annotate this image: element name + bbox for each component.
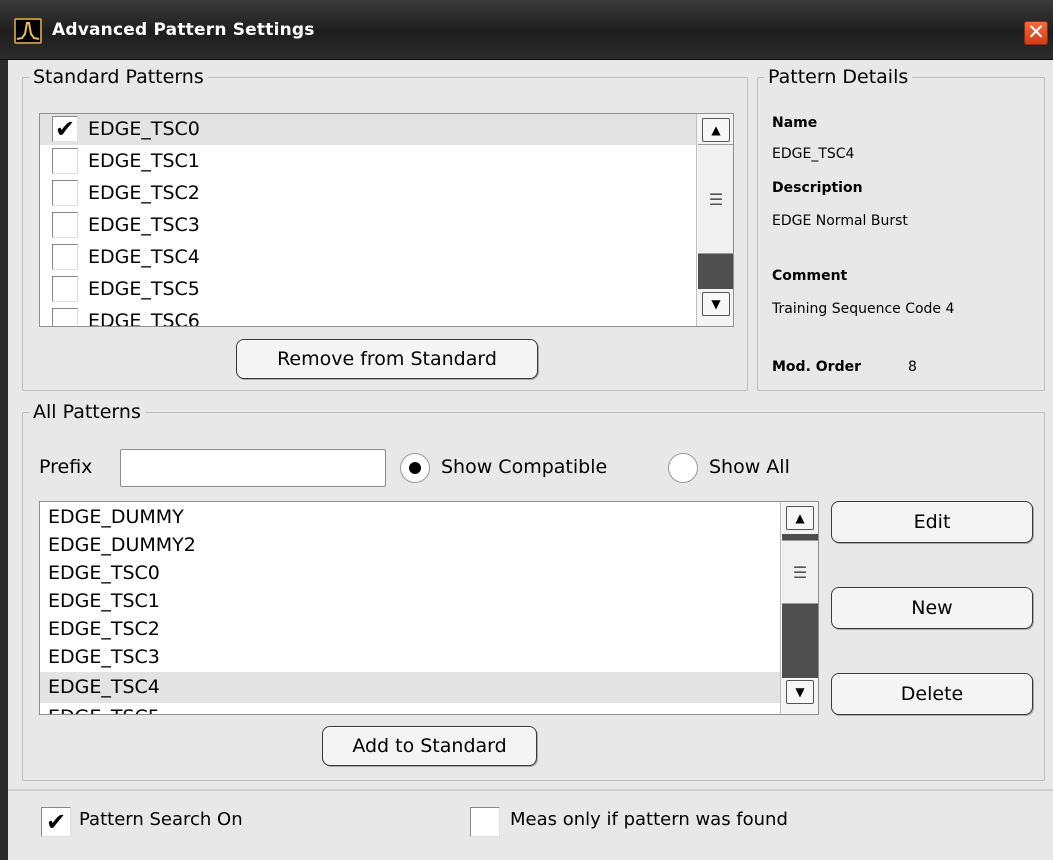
- show-compatible-radio[interactable]: [400, 453, 430, 483]
- show-all-radio[interactable]: [668, 453, 698, 483]
- name-label: Name: [772, 115, 818, 131]
- add-to-standard-button[interactable]: Add to Standard: [322, 726, 537, 766]
- edit-button[interactable]: Edit: [831, 501, 1033, 543]
- section-divider: [8, 789, 1053, 791]
- window-title: Advanced Pattern Settings: [52, 20, 315, 40]
- spectrum-icon: [14, 18, 42, 44]
- comment-label: Comment: [772, 268, 848, 284]
- checkbox[interactable]: [52, 308, 78, 326]
- pattern-search-label[interactable]: Pattern Search On: [79, 809, 243, 830]
- radio-selected-dot: [409, 462, 421, 474]
- mod-order-value: 8: [908, 359, 917, 375]
- standard-patterns-list[interactable]: ✔ EDGE_TSC0 EDGE_TSC1 EDGE_TSC2 EDGE_TSC…: [39, 113, 734, 327]
- list-item-label: EDGE_TSC3: [88, 214, 200, 236]
- remove-from-standard-button[interactable]: Remove from Standard: [236, 339, 538, 379]
- list-item-label: EDGE_DUMMY2: [48, 534, 196, 556]
- scroll-grip-icon[interactable]: ☰: [782, 540, 818, 604]
- list-item-label: EDGE_TSC1: [48, 590, 160, 612]
- checkbox[interactable]: [52, 244, 78, 270]
- list-item[interactable]: EDGE_TSC5: [40, 274, 733, 305]
- delete-button[interactable]: Delete: [831, 673, 1033, 715]
- meas-only-checkbox[interactable]: [470, 807, 500, 837]
- description-value: EDGE Normal Burst: [772, 213, 908, 229]
- all-patterns-legend: All Patterns: [33, 401, 141, 423]
- list-item-label: EDGE_TSC0: [48, 562, 160, 584]
- all-patterns-scrollbar[interactable]: ▲ ☰ ▼: [780, 502, 818, 714]
- list-item-label: EDGE_TSC1: [88, 150, 200, 172]
- list-item-label: EDGE_TSC5: [48, 702, 160, 714]
- checkbox[interactable]: [52, 148, 78, 174]
- list-item-label: EDGE_TSC6: [88, 310, 200, 327]
- checkbox[interactable]: [52, 276, 78, 302]
- standard-patterns-legend: Standard Patterns: [33, 66, 204, 88]
- list-item[interactable]: EDGE_TSC3: [40, 210, 733, 241]
- list-item-label: EDGE_TSC2: [88, 182, 200, 204]
- name-value: EDGE_TSC4: [772, 146, 855, 162]
- comment-value: Training Sequence Code 4: [772, 301, 955, 317]
- checkbox[interactable]: [52, 180, 78, 206]
- list-item[interactable]: EDGE_DUMMY: [40, 502, 818, 533]
- standard-patterns-scrollbar[interactable]: ▲ ☰ ▼: [696, 114, 733, 326]
- list-item-label: EDGE_TSC2: [48, 618, 160, 640]
- checkbox[interactable]: [52, 212, 78, 238]
- list-item[interactable]: EDGE_TSC1: [40, 586, 818, 617]
- pattern-search-checkbox[interactable]: ✔: [41, 807, 71, 837]
- meas-only-label[interactable]: Meas only if pattern was found: [510, 809, 788, 830]
- list-item[interactable]: EDGE_TSC4: [40, 242, 733, 273]
- list-item-label: EDGE_TSC3: [48, 646, 160, 668]
- all-patterns-list[interactable]: EDGE_DUMMY EDGE_DUMMY2 EDGE_TSC0 EDGE_TS…: [39, 501, 819, 715]
- list-item-label: EDGE_DUMMY: [48, 506, 184, 528]
- new-button[interactable]: New: [831, 587, 1033, 629]
- list-item-label: EDGE_TSC5: [88, 278, 200, 300]
- list-item[interactable]: EDGE_TSC6: [40, 306, 733, 327]
- list-item[interactable]: EDGE_TSC2: [40, 178, 733, 209]
- show-all-label[interactable]: Show All: [709, 456, 790, 478]
- scroll-grip-icon[interactable]: ☰: [698, 144, 733, 254]
- scroll-down-icon[interactable]: ▼: [702, 292, 730, 316]
- list-item-label: EDGE_TSC4: [48, 676, 160, 698]
- list-item[interactable]: EDGE_TSC5: [40, 702, 818, 714]
- window-frame: [0, 60, 8, 860]
- show-compatible-label[interactable]: Show Compatible: [441, 456, 607, 478]
- scroll-thumb[interactable]: [782, 604, 818, 678]
- description-label: Description: [772, 180, 863, 196]
- list-item[interactable]: EDGE_TSC1: [40, 146, 733, 177]
- list-item[interactable]: EDGE_TSC4: [40, 672, 782, 703]
- list-item[interactable]: EDGE_DUMMY2: [40, 530, 818, 561]
- prefix-label: Prefix: [39, 456, 93, 478]
- pattern-details-legend: Pattern Details: [768, 66, 909, 88]
- prefix-input[interactable]: [120, 449, 386, 487]
- checkbox[interactable]: ✔: [52, 116, 78, 142]
- list-item[interactable]: ✔ EDGE_TSC0: [40, 114, 733, 145]
- scroll-up-icon[interactable]: ▲: [786, 506, 814, 530]
- list-item[interactable]: EDGE_TSC2: [40, 614, 818, 645]
- mod-order-label: Mod. Order: [772, 359, 861, 375]
- title-bar: Advanced Pattern Settings ✕: [0, 0, 1053, 60]
- scroll-thumb[interactable]: [698, 254, 733, 289]
- close-icon[interactable]: ✕: [1024, 21, 1048, 45]
- scroll-up-icon[interactable]: ▲: [702, 118, 730, 142]
- list-item-label: EDGE_TSC0: [88, 118, 200, 140]
- list-item[interactable]: EDGE_TSC3: [40, 642, 818, 673]
- list-item[interactable]: EDGE_TSC0: [40, 558, 818, 589]
- list-item-label: EDGE_TSC4: [88, 246, 200, 268]
- scroll-down-icon[interactable]: ▼: [786, 680, 814, 704]
